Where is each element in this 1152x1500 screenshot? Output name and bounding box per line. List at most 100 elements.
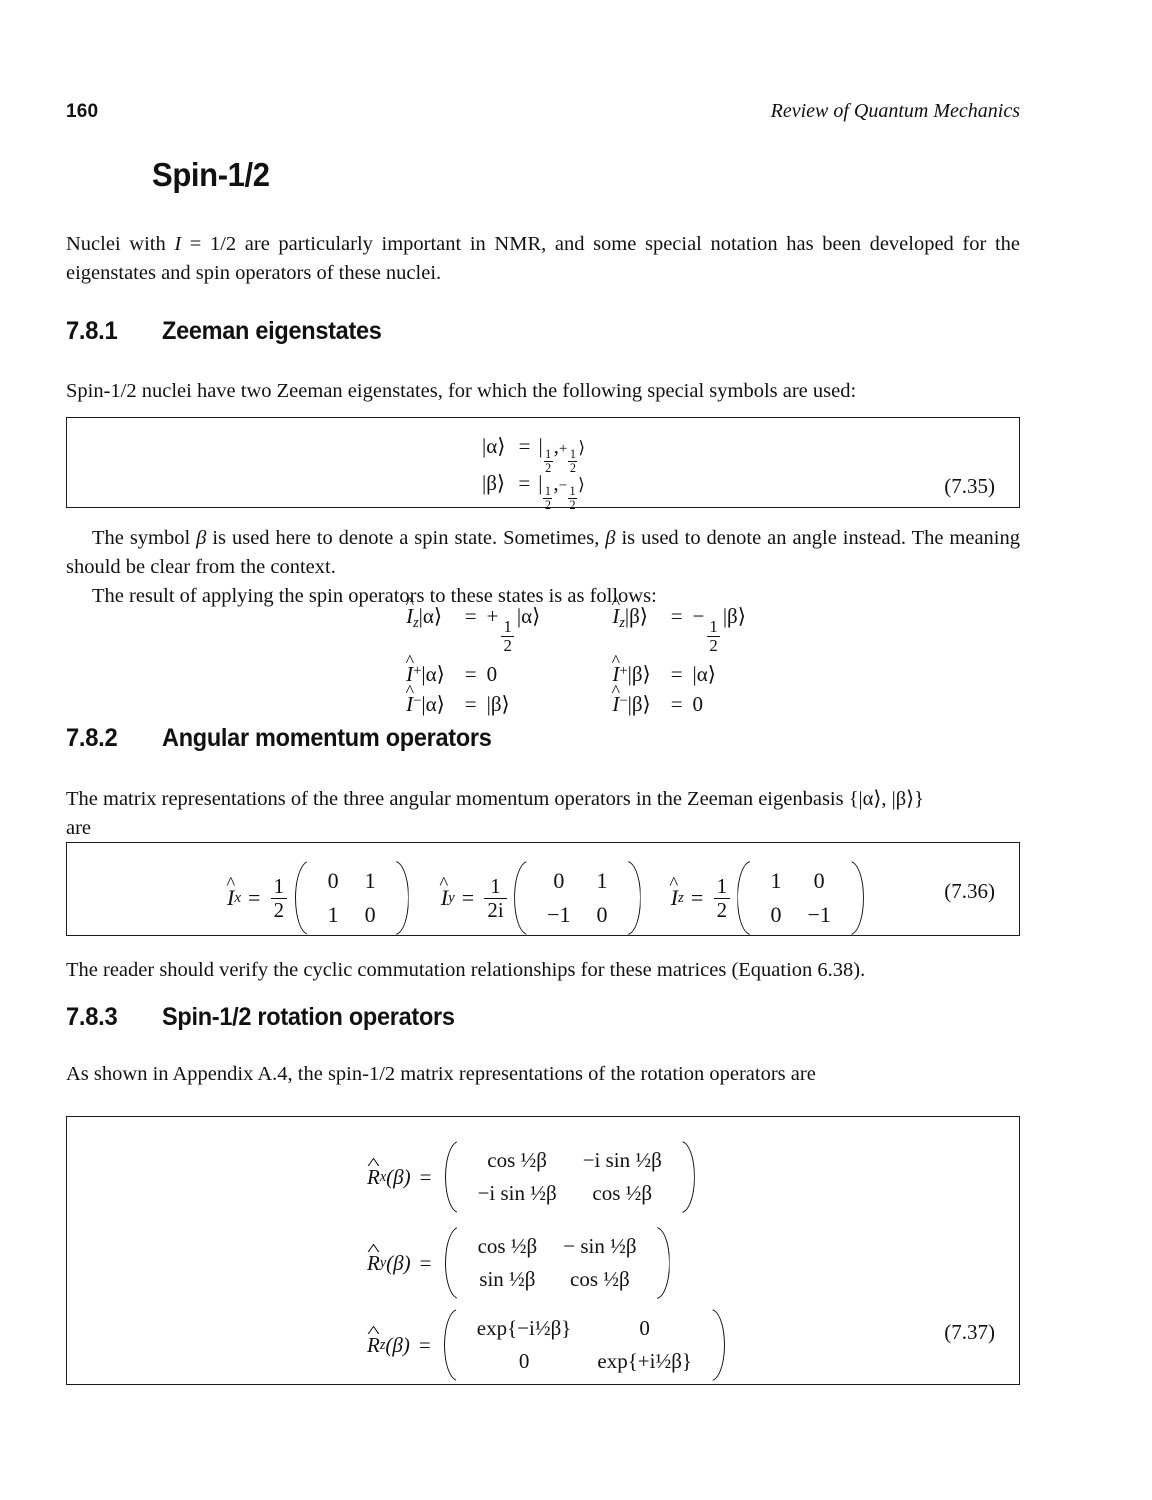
equation-box-735: |α⟩ = | 1 2 ,+ 1 2 ⟩ |β⟩ = | 1 2 ,− 1 2 ⟩ (7.35) (66, 417, 1020, 511)
matrix-Ry: cos ½β − sin ½β sin ½β cos ½β (443, 1225, 672, 1301)
op-row-eq: = (464, 604, 477, 628)
matrix-cell: cos ½β (477, 1234, 538, 1258)
prefactor-num: 1 (273, 873, 285, 898)
op-row-lhs: I−|α⟩ (406, 694, 455, 715)
operator-I-z: I (612, 606, 619, 627)
matrix-paren-right (711, 1307, 727, 1383)
matrix-cell: 0 (364, 902, 376, 927)
equals-sign-Rz: = (418, 1332, 431, 1357)
matrix-cell: −1 (547, 902, 571, 927)
matrix-cell: 0 (639, 1316, 650, 1340)
matrix-Ix: 0 1 1 0 (293, 859, 411, 937)
running-head: 160 Review of Quantum Mechanics (66, 100, 1020, 128)
matrix-grid: cos ½β − sin ½β sin ½β cos ½β (459, 1225, 656, 1301)
operator-Iy-symbol: I (441, 887, 448, 909)
matrix-cell: 0 (327, 868, 339, 893)
operator-superscript: + (619, 663, 628, 680)
frac-half-d: 12 (568, 484, 578, 512)
matrix-grid: exp{−i½β} 0 0 exp{+i½β} (458, 1307, 711, 1383)
op-row-rhs: |β⟩ (486, 692, 510, 717)
matrix-cell: 0 (813, 868, 825, 893)
equation-box-736: Ix = 12 0 1 1 0 Iy = (66, 842, 1020, 936)
matrix-cell: 0 (596, 902, 608, 927)
frac-half-b: 12 (568, 447, 578, 475)
operator-Iy-subscript: y (448, 889, 455, 906)
op-row-lhs: Iz|β⟩ (612, 606, 660, 631)
result-frac: 12 (501, 617, 515, 655)
equation-number-736: (7.36) (944, 879, 995, 903)
matrix-expression-Iy: Iy = 12i 0 1 −1 0 (441, 859, 645, 937)
frac-half-a: 12 (543, 447, 553, 475)
equation-number-737: (7.37) (944, 1320, 995, 1344)
rotation-expression-Rz: Rz(β) = exp{−i½β} 0 0 exp{+i½β} (367, 1307, 729, 1383)
equation-735-line-2: |β⟩ = | 1 2 ,− 1 2 ⟩ (482, 473, 585, 511)
matrix-cell: −i sin ½β (582, 1148, 662, 1172)
intro-text-after: = 1/2 are particularly important in NMR,… (66, 233, 1020, 284)
ket-beta: |β⟩ (482, 471, 506, 495)
section-title-782: Angular momentum operators (162, 724, 492, 752)
matrix-expression-Iz: Iz = 12 1 0 0 −1 (671, 859, 868, 937)
matrix-cell: 1 (770, 868, 782, 893)
matrix-paren-right (681, 1139, 697, 1215)
matrix-cell: 0 (770, 902, 782, 927)
equals-sign-Iy: = (461, 885, 475, 910)
matrix-Rz: exp{−i½β} 0 0 exp{+i½β} (442, 1307, 727, 1383)
ket-close-b: ⟩ (578, 475, 585, 494)
op-row-rhs: 0 (692, 692, 704, 717)
matrix-paren-left (512, 859, 528, 937)
matrix-cell: −1 (807, 902, 831, 927)
equation-box-737: Rx(β) = cos ½β −i sin ½β −i sin ½β cos ½… (66, 1116, 1020, 1385)
result-ket: |α⟩ (516, 604, 541, 628)
op-row-eq: = (670, 662, 683, 687)
equals-sign-Ry: = (419, 1250, 432, 1275)
ket-open-b: | (538, 471, 543, 495)
ket-alpha: |α⟩ (482, 434, 506, 458)
intro-text-before: Nuclei with (66, 233, 175, 255)
section-782-lead-b: are (66, 817, 92, 839)
ket: |β⟩ (627, 662, 651, 687)
operator-Ry-symbol: R (367, 1252, 380, 1274)
matrix-cell: 1 (364, 868, 376, 893)
matrix-grid: 1 0 0 −1 (751, 859, 849, 937)
ket: |α⟩ (421, 692, 445, 717)
running-title: Review of Quantum Mechanics (770, 100, 1020, 122)
op-row-rhs: −1 2 |β⟩ (693, 606, 746, 655)
operator-I-minus: I (406, 694, 413, 715)
matrix-Iz: 1 0 0 −1 (735, 859, 865, 937)
result-sign: − (692, 604, 705, 628)
prefactor-Ix: 12 (270, 873, 288, 921)
sign-minus-a: − (558, 478, 568, 494)
operator-action-list: Iz|α⟩ = +12|α⟩ I+|α⟩ = 0 I−|α⟩ = |β⟩ Iz|… (0, 606, 1152, 715)
operator-column-right: Iz|β⟩ = −12|β⟩ I+|β⟩ = |α⟩ I−|β⟩ = 0 (612, 606, 746, 715)
result-sign: + (486, 604, 499, 628)
equals-sign-2: = (518, 471, 531, 495)
operator-Rz-symbol: R (367, 1334, 380, 1356)
matrix-cell: exp{−i½β} (476, 1316, 572, 1340)
operator-column-left: Iz|α⟩ = +12|α⟩ I + |α⟩ = 0 I−|α⟩ = |β⟩ (406, 606, 540, 715)
equals-sign: = (518, 434, 531, 458)
rotation-expression-Rx: Rx(β) = cos ½β −i sin ½β −i sin ½β cos ½… (367, 1139, 699, 1215)
page-number: 160 (66, 101, 99, 122)
commutation-paragraph: The reader should verify the cyclic comm… (66, 959, 866, 981)
column-gap (540, 606, 612, 715)
op-row-eq: = (464, 662, 477, 687)
intro-paragraph: Nuclei with I = 1/2 are particularly imp… (66, 230, 1020, 288)
section-title-783: Spin-1/2 rotation operators (162, 1003, 455, 1031)
matrix-cell: exp{+i½β} (597, 1349, 692, 1373)
prefactor-den: 2 (713, 897, 730, 922)
operator-Ix-symbol: I (227, 887, 234, 909)
section-heading-782: 7.8.2 Angular momentum operators (66, 724, 513, 753)
section-number-781: 7.8.1 (66, 317, 118, 345)
section-heading-781: 7.8.1 Zeeman eigenstates (66, 317, 396, 346)
ket: |α⟩ (418, 604, 443, 628)
prefactor-num: 1 (716, 873, 728, 898)
equals-sign-Ix: = (247, 885, 261, 910)
op-row-eq: = (670, 604, 683, 628)
op-row-eq: = (464, 692, 477, 717)
section-782-lead-a: The matrix representations of the three … (66, 788, 925, 810)
operator-I-minus: I (612, 694, 619, 715)
frac-half-c: 12 (543, 484, 553, 512)
section-title-781: Zeeman eigenstates (162, 317, 382, 345)
matrix-Rx: cos ½β −i sin ½β −i sin ½β cos ½β (443, 1139, 697, 1215)
prefactor-den: 2i (484, 897, 507, 922)
